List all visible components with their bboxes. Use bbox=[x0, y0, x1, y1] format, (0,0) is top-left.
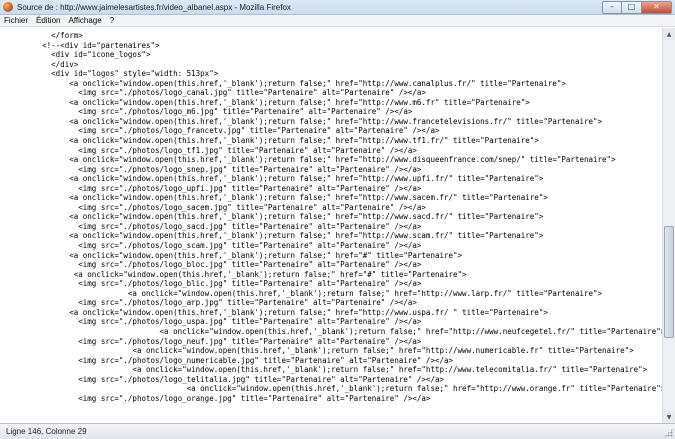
source-line: <img src="./photos/logo_m6.jpg" title="P… bbox=[6, 107, 413, 117]
source-line: <img src="./photos/logo_telitalia.jpg" t… bbox=[6, 374, 444, 384]
source-line: <img src="./photos/logo_upfi.jpg" title=… bbox=[6, 183, 422, 193]
source-line: <div id="logos" style="width: 513px"> bbox=[6, 69, 219, 79]
menu-fichier[interactable]: Fichier bbox=[0, 16, 32, 25]
source-line: <div id="icone_logos"> bbox=[6, 50, 151, 60]
source-line: <a onclick="window.open(this.href,'_blan… bbox=[6, 231, 544, 241]
source-line: <a onclick="window.open(this.href,'_blan… bbox=[6, 136, 539, 146]
source-line: <img src="./photos/logo_bloc.jpg" title=… bbox=[6, 260, 422, 270]
source-line: <img src="./photos/logo_uspa.jpg" title=… bbox=[6, 317, 422, 327]
source-line: <!--<div id="partenaires"> bbox=[6, 40, 160, 50]
source-line: <img src="./photos/logo_tf1.jpg" title="… bbox=[6, 145, 417, 155]
source-line: <a onclick="window.open(this.href,'_blan… bbox=[6, 212, 544, 222]
source-line: <a onclick="window.open(this.href,'_blan… bbox=[6, 250, 463, 260]
source-line: <img src="./photos/logo_neuf.jpg" title=… bbox=[6, 336, 422, 346]
source-line: </form> bbox=[6, 31, 83, 40]
source-line: <a onclick="window.open(this.href,'_blan… bbox=[6, 269, 467, 279]
window-titlebar[interactable]: Source de : http://www.jaimelesartistes.… bbox=[0, 0, 675, 15]
source-line: <a onclick="window.open(this.href,'_blan… bbox=[6, 326, 662, 336]
source-line: <img src="./photos/logo_scam.jpg" title=… bbox=[6, 241, 422, 251]
source-line: <a onclick="window.open(this.href,'_blan… bbox=[6, 346, 634, 356]
minimize-button[interactable]: – bbox=[602, 0, 622, 14]
source-line: <a onclick="window.open(this.href,'_blan… bbox=[6, 307, 548, 317]
menu-affichage[interactable]: Affichage bbox=[64, 16, 105, 25]
source-line: <a onclick="window.open(this.href,'_blan… bbox=[6, 155, 616, 165]
source-code[interactable]: </form> <!--<div id="partenaires"> <div … bbox=[0, 28, 662, 403]
source-line: <img src="./photos/logo_snep.jpg" title=… bbox=[6, 164, 422, 174]
source-line: <img src="./photos/logo_francetv.jpg" ti… bbox=[6, 126, 440, 136]
source-line: <a onclick="window.open(this.href,'_blan… bbox=[6, 174, 544, 184]
source-line: <img src="./photos/logo_sacem.jpg" title… bbox=[6, 202, 426, 212]
source-line: <a onclick="window.open(this.href,'_blan… bbox=[6, 193, 548, 203]
source-line: <a onclick="window.open(this.href,'_blan… bbox=[6, 97, 530, 107]
vertical-scrollbar[interactable]: ▲ ▼ bbox=[662, 28, 675, 423]
source-view[interactable]: </form> <!--<div id="partenaires"> <div … bbox=[0, 28, 662, 423]
maximize-button[interactable]: □ bbox=[622, 0, 642, 14]
source-line: <img src="./photos/logo_numericable.jpg"… bbox=[6, 355, 454, 365]
window-controls: – □ ✕ bbox=[602, 0, 672, 14]
window-title: Source de : http://www.jaimelesartistes.… bbox=[17, 2, 291, 12]
source-line: <img src="./photos/logo_blic.jpg" title=… bbox=[6, 279, 422, 289]
firefox-icon bbox=[3, 2, 13, 12]
source-line: <a onclick="window.open(this.href,'_blan… bbox=[6, 78, 566, 88]
source-line: <a onclick="window.open(this.href,'_blan… bbox=[6, 116, 603, 126]
source-line: <a onclick="window.open(this.href,'_blan… bbox=[6, 384, 662, 394]
source-line: <img src="./photos/logo_arp.jpg" title="… bbox=[6, 298, 417, 308]
source-line: <img src="./photos/logo_sacd.jpg" title=… bbox=[6, 221, 422, 231]
scroll-up-arrow-icon[interactable]: ▲ bbox=[663, 28, 675, 40]
source-line: <img src="./photos/logo_canal.jpg" title… bbox=[6, 88, 426, 98]
source-line: <img src="./photos/logo_orange.jpg" titl… bbox=[6, 393, 431, 403]
menu-edition[interactable]: Édition bbox=[32, 16, 64, 25]
source-line: <a onclick="window.open(this.href,'_blan… bbox=[6, 288, 603, 298]
scroll-down-arrow-icon[interactable]: ▼ bbox=[663, 411, 675, 423]
menu-bar: Fichier Édition Affichage ? bbox=[0, 15, 675, 27]
status-bar: Ligne 146, Colonne 29 bbox=[0, 423, 675, 439]
close-button[interactable]: ✕ bbox=[642, 0, 672, 14]
resize-grip-icon[interactable] bbox=[664, 428, 673, 437]
scroll-thumb[interactable] bbox=[664, 226, 674, 339]
cursor-position: Ligne 146, Colonne 29 bbox=[6, 427, 87, 436]
menu-help[interactable]: ? bbox=[106, 16, 118, 25]
source-line: </div> bbox=[6, 59, 79, 69]
source-line: <a onclick="window.open(this.href,'_blan… bbox=[6, 365, 648, 375]
